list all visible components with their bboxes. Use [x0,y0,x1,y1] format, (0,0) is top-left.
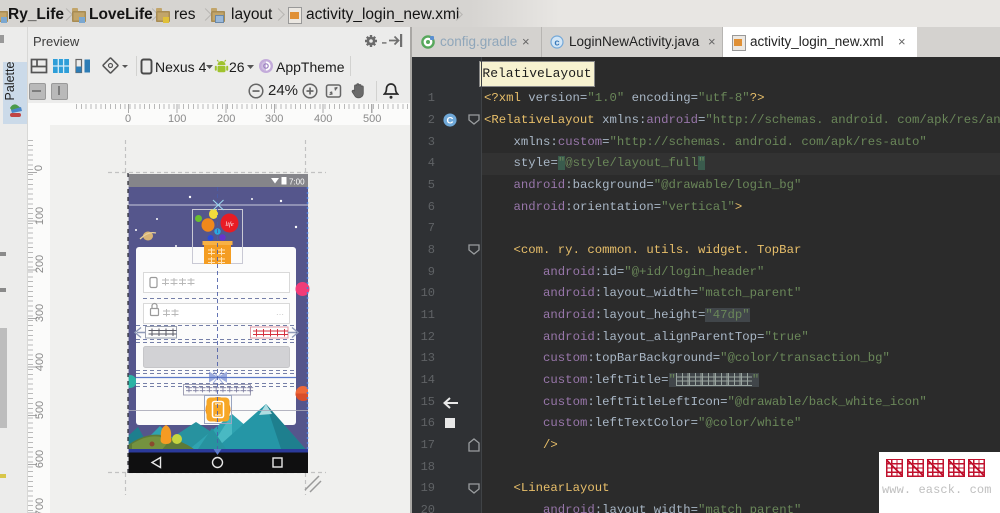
svg-text:life: life [225,221,233,228]
svg-text:c: c [554,38,559,49]
svg-text:⋯: ⋯ [276,310,284,319]
svg-text:7:00: 7:00 [289,178,305,187]
